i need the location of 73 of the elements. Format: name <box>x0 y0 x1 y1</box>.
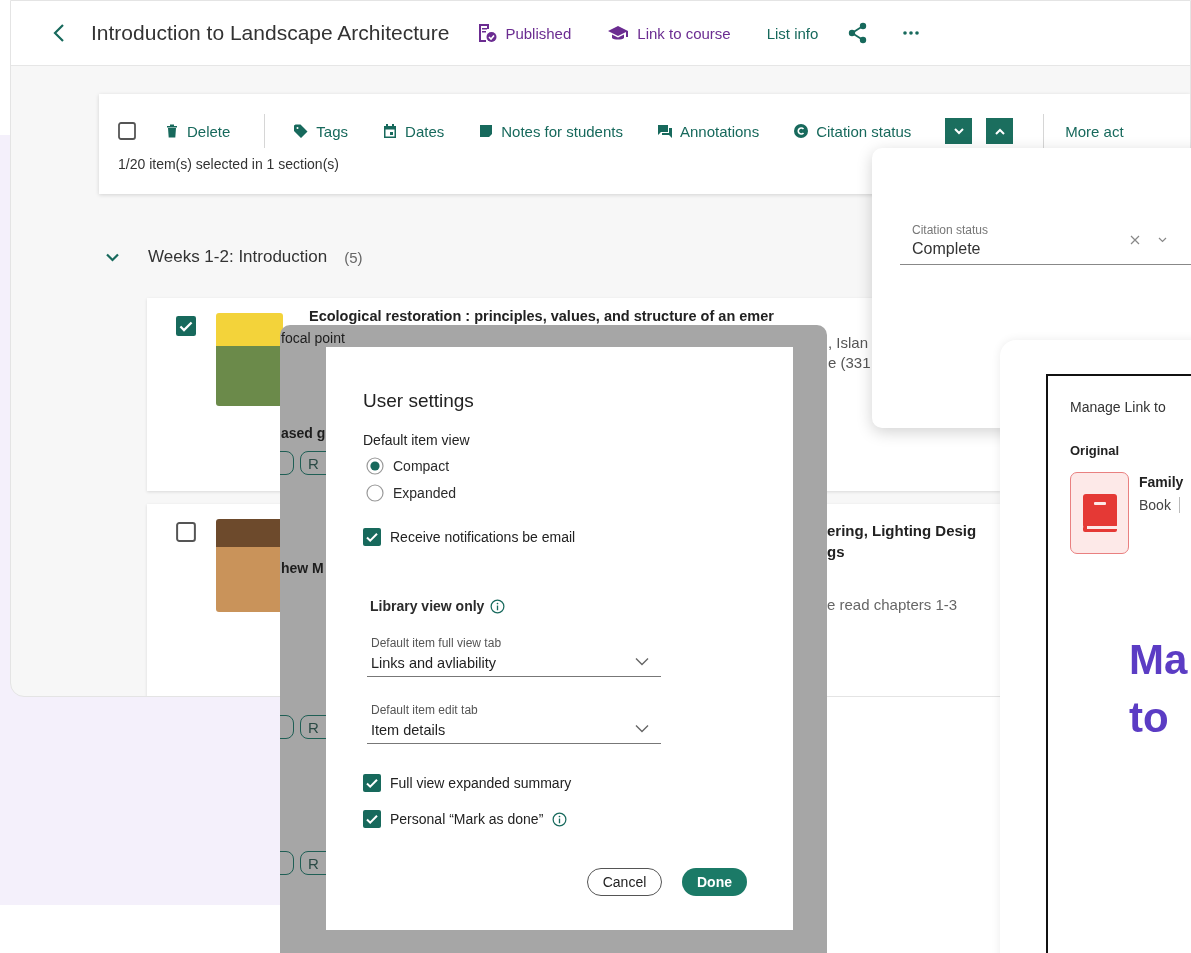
graduation-cap-icon <box>607 25 630 41</box>
toolbar-action[interactable]: Annotations <box>679 122 760 140</box>
tag-icon <box>293 123 310 139</box>
backdrop-text: focal point <box>281 330 345 346</box>
checkbox-label: Full view expanded summary <box>390 775 572 791</box>
checkbox[interactable] <box>118 122 136 140</box>
checkbox[interactable] <box>176 316 196 336</box>
section-label: Original <box>1070 443 1121 458</box>
chevron-down-icon[interactable] <box>635 657 649 666</box>
checkbox[interactable] <box>363 810 381 828</box>
expand-button[interactable] <box>945 118 973 144</box>
header-link[interactable]: List info <box>766 24 819 42</box>
field-label: Default item view <box>363 432 471 448</box>
info-icon[interactable] <box>552 811 568 827</box>
radio-label: Compact <box>393 458 450 474</box>
header-link[interactable]: Link to course <box>637 24 731 42</box>
citation-status-field[interactable]: Citation status Complete <box>900 223 1191 265</box>
citation-note: e read chapters 1-3 <box>827 596 959 613</box>
chevron-up-icon <box>994 127 1005 135</box>
more-icon[interactable] <box>903 31 920 35</box>
panel-title: Manage Link to <box>1070 399 1167 415</box>
backdrop-text: ased g <box>281 425 326 441</box>
toolbar-action[interactable]: Delete <box>187 122 231 140</box>
done-button[interactable]: Done <box>682 868 747 896</box>
collapse-button[interactable] <box>986 118 1014 144</box>
chevron-down-icon[interactable] <box>106 252 119 262</box>
citation-title[interactable]: Ecological restoration : principles, values, and structure of an emer <box>309 308 871 324</box>
radio-label: Expanded <box>393 485 457 501</box>
checkbox-label: Receive notifications be email <box>390 529 576 545</box>
clear-icon[interactable] <box>1130 235 1140 245</box>
toolbar-action[interactable]: Tags <box>316 122 349 140</box>
dropdown-field[interactable]: Default item edit tab Item details <box>367 703 661 744</box>
document-check-icon <box>477 23 498 43</box>
cancel-button[interactable]: Cancel <box>587 868 662 896</box>
citation-detail: , Islan <box>828 333 870 353</box>
header-link[interactable]: Published <box>505 24 572 42</box>
chevron-down-icon <box>953 127 964 135</box>
section-heading: Library view only <box>370 598 485 614</box>
share-icon[interactable] <box>848 22 869 44</box>
citation-detail: e (331 <box>828 353 871 373</box>
back-icon[interactable] <box>53 23 65 43</box>
chat-icon <box>656 123 673 139</box>
chevron-down-icon[interactable] <box>635 724 649 733</box>
note-icon <box>478 123 495 139</box>
toolbar-action[interactable]: Dates <box>405 122 445 140</box>
citation-icon <box>793 123 810 139</box>
citation-title[interactable]: ering, Lighting Desig <box>827 520 977 541</box>
radio-button[interactable] <box>366 457 384 475</box>
list-title: Introduction to Landscape Architecture <box>91 21 450 45</box>
calendar-icon <box>382 123 399 139</box>
more-actions-link[interactable]: More act <box>1065 122 1124 140</box>
backdrop-text: hew M <box>281 560 324 576</box>
toolbar-action[interactable]: Notes for students <box>501 122 623 140</box>
checkbox[interactable] <box>363 774 381 792</box>
book-icon <box>1070 472 1129 554</box>
trash-icon <box>164 123 180 139</box>
dialog-title: User settings <box>363 390 475 412</box>
selection-count: 1/20 item(s) selected in 1 section(s) <box>118 156 340 172</box>
headline-text: Ma <box>1129 635 1189 685</box>
info-icon[interactable] <box>490 598 506 614</box>
radio-button[interactable] <box>366 484 384 502</box>
section-title: Weeks 1-2: Introduction <box>148 247 328 267</box>
citation-title[interactable]: gs <box>827 541 977 562</box>
headline-text: to <box>1129 693 1170 743</box>
dropdown-field[interactable]: Default item full view tab Links and avliability <box>367 636 661 677</box>
item-title: Family <box>1139 474 1184 490</box>
chevron-down-icon[interactable] <box>1158 237 1167 243</box>
item-type: Book <box>1139 497 1171 513</box>
checkbox[interactable] <box>363 528 381 546</box>
checkbox-label: Personal “Mark as done” <box>390 811 544 827</box>
toolbar-action[interactable]: Citation status <box>816 122 912 140</box>
section-count: (5) <box>344 248 363 266</box>
checkbox[interactable] <box>176 522 196 542</box>
